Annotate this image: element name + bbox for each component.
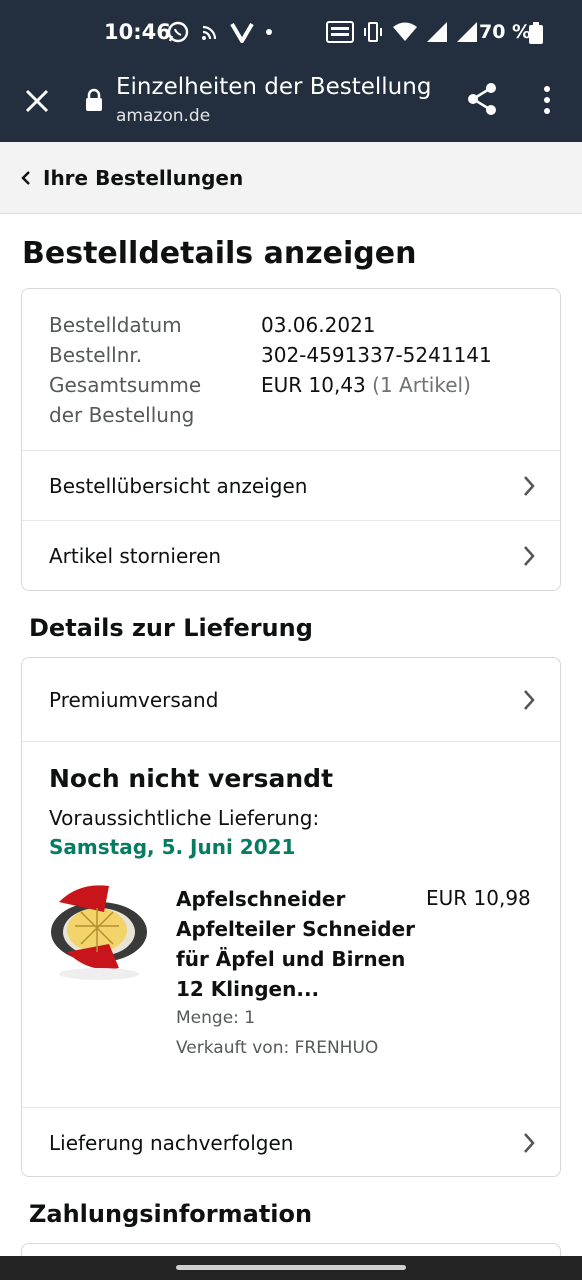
shipment-status: Noch nicht versandt — [49, 764, 334, 793]
close-icon[interactable] — [22, 86, 52, 116]
chevron-right-icon — [524, 690, 535, 710]
shipping-method-label: Premiumversand — [49, 688, 219, 712]
battery-percent: 70 % — [479, 21, 532, 43]
chevron-right-icon — [524, 476, 535, 496]
cancel-items-label: Artikel stornieren — [49, 544, 222, 568]
product-title-link[interactable]: Apfelschneider Apfelteiler Schneider für… — [176, 884, 416, 1004]
view-order-summary-link[interactable]: Bestellübersicht anzeigen — [22, 450, 560, 520]
lock-icon — [86, 88, 102, 111]
system-icons — [326, 20, 478, 44]
notification-icons — [166, 20, 274, 44]
order-total-value: EUR 10,43 (1 Artikel) — [261, 373, 471, 397]
more-options-icon[interactable] — [536, 84, 558, 116]
page-title-bar: Einzelheiten der Bestellung — [116, 74, 432, 100]
battery-icon — [529, 22, 543, 44]
delivery-section-title: Details zur Lieferung — [29, 614, 313, 642]
product-quantity: Menge: 1 — [176, 1008, 256, 1028]
chevron-right-icon — [524, 1133, 535, 1153]
chevron-left-icon — [21, 171, 30, 185]
wifi-icon — [393, 22, 417, 41]
product-price: EUR 10,98 — [426, 886, 531, 910]
expected-delivery-date: Samstag, 5. Juni 2021 — [49, 835, 296, 859]
breadcrumb[interactable]: Ihre Bestellungen — [0, 142, 582, 214]
track-package-label: Lieferung nachverfolgen — [49, 1131, 294, 1155]
page-title: Bestelldetails anzeigen — [22, 236, 417, 271]
shipping-method-row[interactable]: Premiumversand — [22, 658, 560, 742]
order-date-label: Bestelldatum — [49, 313, 182, 337]
order-total-amount: EUR 10,43 — [261, 373, 366, 397]
signal-icon-2 — [457, 22, 477, 42]
order-number-value: 302-4591337-5241141 — [261, 343, 492, 367]
signal-icon — [427, 22, 447, 42]
order-total-items: (1 Artikel) — [372, 373, 471, 397]
vibrate-icon — [364, 22, 382, 42]
order-total-label-2: der Bestellung — [49, 403, 195, 427]
delivery-card: Premiumversand Noch nicht versandt Vorau… — [21, 657, 561, 1177]
vodafone-v-icon — [230, 22, 254, 43]
cancel-items-link[interactable]: Artikel stornieren — [22, 520, 560, 590]
product-image[interactable] — [49, 882, 153, 986]
order-summary-card: Bestelldatum 03.06.2021 Bestellnr. 302-4… — [21, 288, 561, 591]
page-url: amazon.de — [116, 106, 211, 126]
browser-header: Einzelheiten der Bestellung amazon.de — [0, 64, 582, 142]
product-seller: Verkauft von: FRENHUO — [176, 1038, 379, 1058]
volte-icon — [326, 21, 354, 43]
breadcrumb-orders-link[interactable]: Ihre Bestellungen — [43, 166, 243, 190]
cast-icon — [202, 25, 217, 40]
track-package-link[interactable]: Lieferung nachverfolgen — [22, 1107, 560, 1177]
share-icon[interactable] — [466, 82, 498, 116]
order-total-label: Gesamtsumme — [49, 373, 202, 397]
chevron-right-icon — [524, 546, 535, 566]
home-gesture-handle[interactable] — [176, 1265, 406, 1270]
whatsapp-icon — [167, 21, 189, 43]
status-time: 10:46 — [104, 20, 171, 44]
dot-icon — [266, 29, 272, 35]
payment-section-title: Zahlungsinformation — [29, 1200, 313, 1228]
order-date-value: 03.06.2021 — [261, 313, 376, 337]
status-bar: 10:46 70 % — [0, 0, 582, 64]
system-navigation-bar — [0, 1256, 582, 1280]
expected-delivery-label: Voraussichtliche Lieferung: — [49, 806, 320, 830]
view-order-summary-label: Bestellübersicht anzeigen — [49, 474, 308, 498]
order-number-label: Bestellnr. — [49, 343, 143, 367]
